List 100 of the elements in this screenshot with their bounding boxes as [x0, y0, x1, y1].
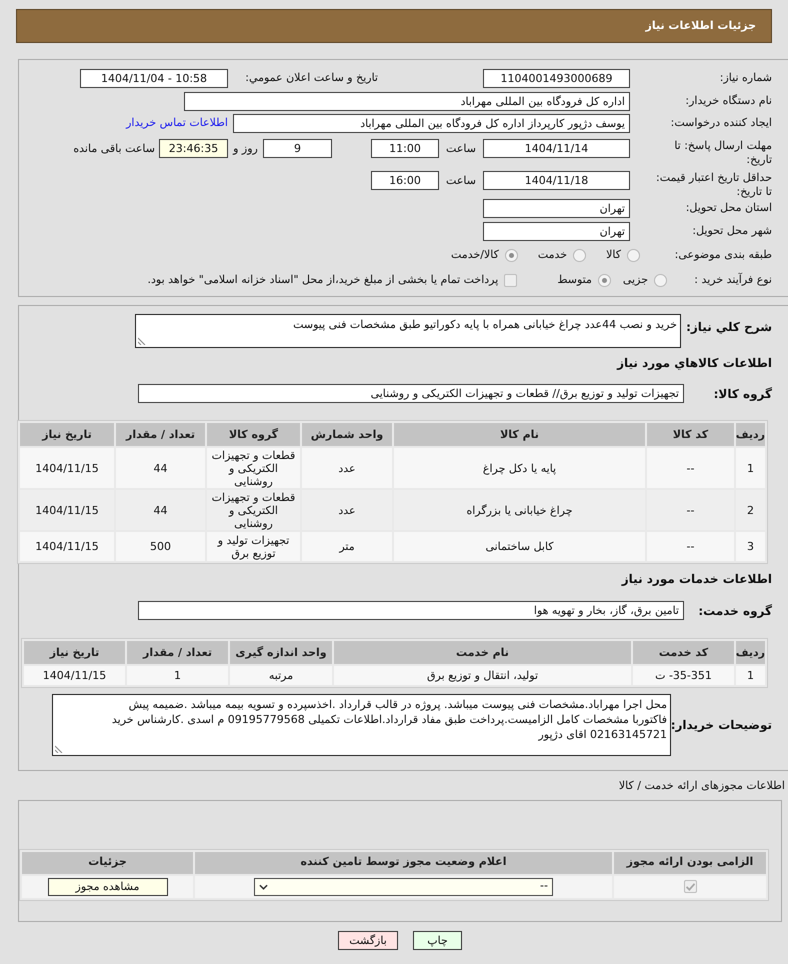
- column-header: کد خدمت: [633, 641, 734, 664]
- table-cell: چراغ خیابانی یا بزرگراه: [394, 490, 645, 530]
- resize-grip-icon: [55, 745, 63, 753]
- checkbox[interactable]: [684, 880, 696, 893]
- column-header: ردیف: [736, 641, 765, 664]
- field-label: پرداخت تمام یا بخشی از مبلغ خرید،از محل "اسناد خزانه اسلامی" خواهد بود.: [148, 272, 498, 288]
- input-field[interactable]: 1404/11/18: [483, 171, 630, 190]
- view-permit-button[interactable]: مشاهده مجوز: [48, 878, 168, 896]
- table-cell: 44: [116, 490, 205, 530]
- table-cell: 2: [736, 490, 765, 530]
- table-cell: 35-351- ت: [633, 666, 734, 685]
- radio-label: کالا/خدمت: [451, 247, 499, 264]
- table-cell: 500: [116, 532, 205, 561]
- field-label: ساعت: [445, 173, 477, 189]
- input-field[interactable]: تهران: [483, 199, 630, 218]
- table-cell: 44: [116, 448, 205, 488]
- table-cell: 1: [736, 448, 765, 488]
- input-field[interactable]: تامین برق، گاز، بخار و تهویه هوا: [138, 601, 684, 620]
- table-cell: 3: [736, 532, 765, 561]
- table-cell: مرتبه: [230, 666, 332, 685]
- column-header: نام کالا: [394, 423, 645, 446]
- radio-button[interactable]: [627, 249, 640, 262]
- table-cell: عدد: [302, 448, 392, 488]
- table-cell: --: [647, 532, 734, 561]
- table-cell: 1404/11/15: [20, 448, 114, 488]
- column-header: تاریخ نیاز: [20, 423, 114, 446]
- table-cell: 1: [736, 666, 765, 685]
- field-label: حداقل تاریخ اعتبار قیمت: تا تاریخ:: [655, 171, 772, 199]
- field-label: ساعت: [445, 141, 477, 157]
- column-header: واحد شمارش: [302, 423, 392, 446]
- field-label: توضیحات خریدار:: [672, 717, 772, 734]
- contact-link[interactable]: اطلاعات تماس خریدار: [126, 115, 228, 132]
- column-header: جزئیات: [22, 852, 193, 874]
- field-label: ایجاد کننده درخواست:: [670, 115, 772, 132]
- field-label: مهلت ارسال پاسخ: تا تاریخ:: [673, 139, 772, 167]
- column-header: تعداد / مقدار: [116, 423, 205, 446]
- column-header: گروه کالا: [207, 423, 300, 446]
- table-cell: 1404/11/15: [20, 532, 114, 561]
- input-field[interactable]: 1404/11/04 - 10:58: [80, 69, 228, 88]
- table-cell: 1: [127, 666, 228, 685]
- back-button[interactable]: بازگشت: [338, 930, 398, 950]
- field-label: طبقه بندی موضوعی:: [674, 247, 772, 264]
- table-cell: 1404/11/15: [24, 666, 125, 685]
- field-label: استان محل تحویل:: [684, 200, 772, 216]
- radio-label: متوسط: [557, 272, 592, 288]
- page-title: جزئیات اطلاعات نیاز: [646, 18, 756, 34]
- input-field[interactable]: یوسف دژپور کارپرداز اداره کل فرودگاه بین المللی مهراباد: [233, 114, 630, 133]
- resize-grip-icon: [138, 337, 146, 345]
- radio-button[interactable]: [598, 274, 611, 287]
- radio-button[interactable]: [504, 249, 518, 262]
- field-label: ساعت باقی مانده: [73, 141, 155, 157]
- table-cell: --: [647, 490, 734, 530]
- input-field[interactable]: 1404/11/14: [483, 139, 630, 158]
- input-field[interactable]: 11:00: [371, 139, 439, 158]
- field-label: نوع فرآیند خرید :: [693, 272, 772, 288]
- field-label: شهر محل تحویل:: [691, 223, 772, 240]
- table-cell: تولید، انتقال و توزیع برق: [334, 666, 631, 685]
- chevron-down-icon: [259, 884, 268, 890]
- input-field[interactable]: تهران: [483, 222, 630, 241]
- section-heading: اطلاعات خدمات مورد نیاز: [622, 571, 772, 588]
- radio-button[interactable]: [573, 249, 586, 262]
- section-heading: اطلاعات کالاهاي مورد نیاز: [617, 355, 772, 372]
- table-cell: عدد: [302, 490, 392, 530]
- table-cell: قطعات و تجهیزات الکتریکی و روشنایی: [207, 490, 300, 530]
- text-area-content: خرید و نصب 44عدد چراغ خیابانی همراه با پایه دکوراتیو طبق مشخصات فنی پیوست: [293, 318, 677, 331]
- input-field[interactable]: 1104001493000689: [483, 69, 630, 88]
- status-select[interactable]: --: [254, 878, 553, 896]
- radio-label: خدمت: [538, 247, 568, 264]
- field-label: تاریخ و ساعت اعلان عمومي:: [244, 70, 378, 86]
- column-header: اعلام وضعیت مجوز توسط تامین کننده: [195, 852, 612, 874]
- table-cell: متر: [302, 532, 392, 561]
- column-header: کد کالا: [647, 423, 734, 446]
- input-field[interactable]: 23:46:35: [159, 139, 228, 158]
- print-button[interactable]: چاپ: [413, 930, 462, 950]
- table-cell: 1404/11/15: [20, 490, 114, 530]
- field-label: شرح کلي نیاز:: [685, 319, 772, 336]
- column-header: ردیف: [736, 423, 765, 446]
- radio-label: جزیی: [622, 272, 648, 288]
- field-label: نام دستگاه خریدار:: [684, 93, 772, 110]
- input-field[interactable]: 9: [263, 139, 332, 158]
- input-field[interactable]: اداره کل فرودگاه بین المللی مهراباد: [184, 92, 630, 111]
- input-field[interactable]: 16:00: [371, 171, 439, 190]
- input-field[interactable]: تجهیزات تولید و توزیع برق// قطعات و تجهیزات الکتریکی و روشنایی: [138, 384, 684, 403]
- column-header: تعداد / مقدار: [127, 641, 228, 664]
- table-cell: پایه یا دکل چراغ: [394, 448, 645, 488]
- radio-button[interactable]: [654, 274, 667, 287]
- text-area[interactable]: خرید و نصب 44عدد چراغ خیابانی همراه با پایه دکوراتیو طبق مشخصات فنی پیوست: [135, 314, 681, 348]
- column-header: واحد اندازه گیری: [230, 641, 332, 664]
- text-area-content: محل اجرا مهراباد.مشخصات فنی پیوست میباشد. پروژه در قالب قرارداد .اخذسپرده و تسویه بیمه میباشد .ضمیمه پیش فاکتوربا مشخصات کامل الزامیست.پرداخت طبق مفاد قرارداد.اطلاعات تکمیلی 09195779568 م اسدی .کارشناس خرید 02163145721 اقای دژپور: [112, 698, 667, 741]
- field-label: گروه کالا:: [712, 386, 772, 402]
- column-header: نام خدمت: [334, 641, 631, 664]
- field-label: گروه خدمت:: [697, 602, 772, 620]
- select-value: --: [540, 878, 548, 894]
- table-cell: تجهیزات تولید و توزیع برق: [207, 532, 300, 561]
- checkbox[interactable]: [504, 274, 518, 287]
- table-cell: کابل ساختمانی: [394, 532, 645, 561]
- checkmark-icon: [686, 882, 694, 890]
- radio-label: کالا: [606, 247, 621, 264]
- column-header: تاریخ نیاز: [24, 641, 125, 664]
- text-area[interactable]: [52, 694, 671, 756]
